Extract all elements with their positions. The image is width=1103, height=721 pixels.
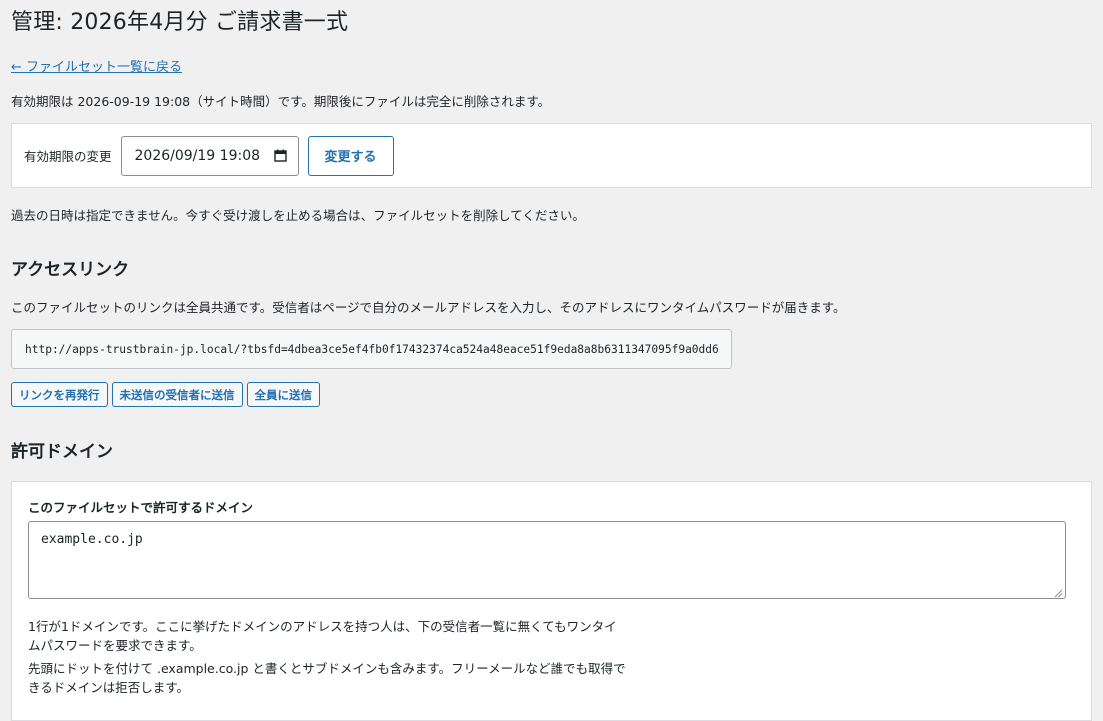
expiry-datetime-value: 2026/09/19 19:08	[134, 147, 261, 164]
allowed-domains-heading: 許可ドメイン	[11, 442, 113, 462]
calendar-icon[interactable]	[273, 149, 287, 162]
expiry-info-text: 有効期限は 2026-09-19 19:08（サイト時間）です。期限後にファイル…	[11, 94, 551, 109]
allowed-domains-value: example.co.jp	[41, 532, 143, 547]
expiry-change-panel: 有効期限の変更 2026/09/19 19:08 変更する	[11, 123, 1092, 188]
page-title: 管理: 2026年4月分 ご請求書一式	[11, 10, 349, 35]
expiry-note: 過去の日時は指定できません。今すぐ受け渡しを止める場合は、ファイルセットを削除し…	[11, 208, 585, 223]
access-link-actions: リンクを再発行 未送信の受信者に送信 全員に送信	[11, 382, 1092, 407]
domains-help-line-rule: 1行が1ドメインです。ここに挙げたドメインのアドレスを持つ人は、下の受信者一覧に…	[28, 619, 617, 653]
page-wrap: 管理: 2026年4月分 ご請求書一式 ← ファイルセット一覧に戻る 有効期限は…	[0, 0, 1103, 721]
domains-help-subdomain: 先頭にドットを付けて .example.co.jp と書くとサブドメインも含みま…	[28, 661, 626, 695]
allowed-domains-textarea[interactable]: example.co.jp	[28, 521, 1066, 599]
allowed-domains-label: このファイルセットで許可するドメイン	[28, 500, 254, 515]
expiry-datetime-input[interactable]: 2026/09/19 19:08	[120, 135, 299, 176]
expiry-change-label: 有効期限の変更	[24, 149, 112, 164]
allowed-domains-panel: このファイルセットで許可するドメイン example.co.jp 1行が1ドメイ…	[11, 481, 1092, 721]
access-link-heading: アクセスリンク	[11, 260, 130, 280]
access-url-field[interactable]: http://apps-trustbrain-jp.local/?tbsfd=4…	[11, 329, 732, 369]
send-unsent-button[interactable]: 未送信の受信者に送信	[111, 382, 243, 407]
reissue-link-button[interactable]: リンクを再発行	[11, 382, 108, 407]
back-to-list-link[interactable]: ← ファイルセット一覧に戻る	[11, 59, 182, 77]
change-expiry-button[interactable]: 変更する	[307, 135, 394, 176]
send-all-button[interactable]: 全員に送信	[246, 382, 320, 407]
access-link-description: このファイルセットのリンクは全員共通です。受信者はページで自分のメールアドレスを…	[11, 300, 846, 315]
resize-handle-icon[interactable]	[1054, 587, 1063, 598]
